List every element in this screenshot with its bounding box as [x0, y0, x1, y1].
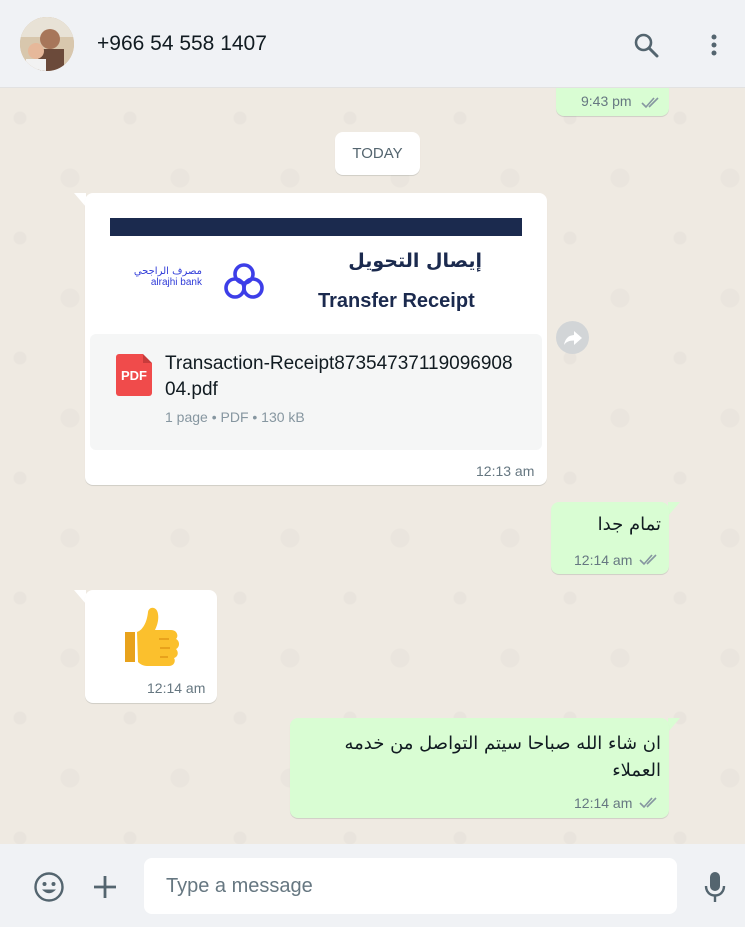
bubble-tail — [668, 718, 680, 732]
message-time: 9:43 pm — [581, 93, 632, 109]
plus-icon[interactable] — [88, 870, 122, 904]
pdf-file-icon: PDF — [116, 354, 152, 396]
chat-header: +966 54 558 1407 — [0, 0, 745, 88]
message-text: تمام جدا — [597, 514, 661, 535]
kebab-menu-icon[interactable] — [699, 30, 729, 60]
contact-name[interactable]: +966 54 558 1407 — [97, 32, 267, 56]
document-file-box[interactable]: PDF Transaction-Receipt87354737119096908… — [90, 334, 542, 450]
message-time: 12:13 am — [476, 463, 535, 479]
receipt-title-en: Transfer Receipt — [318, 290, 475, 312]
bubble-tail — [668, 502, 680, 516]
date-divider: TODAY — [335, 132, 420, 175]
bank-name-ar: مصرف الراجحي — [133, 266, 202, 277]
contact-avatar[interactable] — [20, 17, 74, 71]
read-ticks-icon — [639, 554, 657, 566]
message-input[interactable] — [144, 858, 677, 914]
read-ticks-icon — [641, 97, 659, 109]
receipt-preview[interactable]: مصرف الراجحي alrajhi bank إيصال التحويل … — [90, 198, 542, 334]
alrajhi-logo-icon — [224, 263, 264, 299]
message-time: 12:14 am — [574, 552, 633, 568]
read-ticks-icon — [639, 797, 657, 809]
search-icon[interactable] — [631, 30, 661, 60]
bank-logo: مصرف الراجحي alrajhi bank — [130, 260, 266, 302]
message-time: 12:14 am — [147, 680, 206, 696]
message-bubble-outgoing[interactable]: تمام جدا 12:14 am — [551, 502, 669, 574]
thumbs-up-emoji — [117, 602, 185, 670]
message-list[interactable]: 9:43 pm TODAY مصرف الراجحي alrajhi bank — [0, 88, 745, 844]
message-bubble-outgoing[interactable]: 9:43 pm — [556, 88, 669, 116]
message-time: 12:14 am — [574, 795, 633, 811]
document-file-meta: 1 page • PDF • 130 kB — [165, 409, 305, 425]
emoji-icon[interactable] — [32, 870, 66, 904]
message-text: ان شاء الله صباحا سيتم التواصل من خدمه ا… — [344, 733, 661, 781]
bank-name-en: alrajhi bank — [150, 277, 202, 288]
receipt-header-bar — [110, 218, 522, 236]
message-bubble-outgoing[interactable]: ان شاء الله صباحا سيتم التواصل من خدمه ا… — [290, 718, 669, 818]
compose-bar — [0, 844, 745, 927]
forward-icon[interactable] — [556, 321, 589, 354]
microphone-icon[interactable] — [698, 870, 732, 904]
message-bubble-incoming[interactable]: 12:14 am — [85, 590, 217, 703]
document-message[interactable]: مصرف الراجحي alrajhi bank إيصال التحويل … — [85, 193, 547, 485]
receipt-title-ar: إيصال التحويل — [348, 250, 482, 272]
document-file-name: Transaction-Receipt8735473711909690804.p… — [165, 353, 513, 400]
